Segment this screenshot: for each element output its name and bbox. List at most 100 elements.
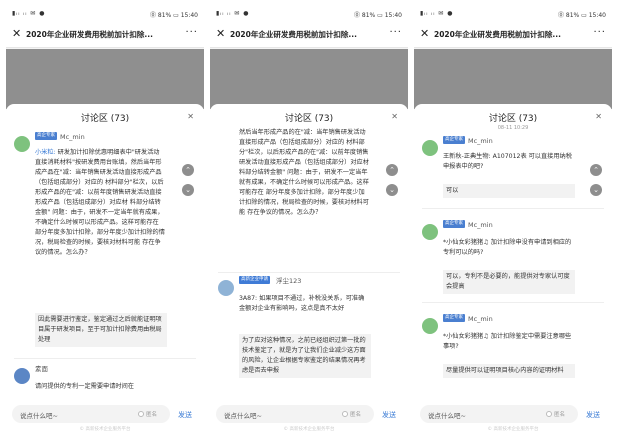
footer-text: © 高新技术企业服务平台 <box>79 427 131 432</box>
page-title: 2020年企业研发费用税前加计扣除... <box>230 30 357 39</box>
comment-list[interactable]: 然后当年形成产品的在"减：当年销售研发活动直接形成产品（包括组成部分）对应的 材… <box>210 128 408 398</box>
anonymous-radio[interactable] <box>138 411 144 417</box>
username: Mc_min <box>468 137 493 145</box>
comment-text: 3A87: 如果项目不通过，补税没关系，可准确金额对企业有影响吗，这点是真不太好 <box>239 295 365 312</box>
send-button[interactable]: 发送 <box>382 410 396 420</box>
status-bar: ▮ᵢₗ ᵢₗ ✉ ● ⓪ 81% ▭ 15:40 <box>6 6 204 22</box>
comment-text: *小仙女彩猪猪♫ 加计扣除申没有申请到相应的专利可以的吗? <box>443 239 572 256</box>
reply-box: 尽量提供可以证明项目核心内容的证明材料 <box>443 364 575 378</box>
user-tag: 高企专家 <box>443 136 465 144</box>
close-icon[interactable]: ✕ <box>216 27 225 40</box>
reply-box: 可以 <box>443 184 575 198</box>
sheet-close-icon[interactable]: ✕ <box>391 112 398 121</box>
comment-input[interactable]: 说点什么吧~ 匿名 <box>420 405 578 423</box>
avatar <box>14 136 30 152</box>
anonymous-radio[interactable] <box>546 411 552 417</box>
sheet-close-icon[interactable]: ✕ <box>595 112 602 121</box>
comment-text: *小仙女彩猪猪♫ 加计扣除鉴定中需要注意哪些事项? <box>443 333 572 350</box>
user-tag: 高企专家 <box>443 220 465 228</box>
avatar <box>422 224 438 240</box>
comment-text: 然后当年形成产品的在"减：当年销售研发活动直接形成产品（包括组成部分）对应的 材… <box>239 129 371 216</box>
divider <box>218 272 400 273</box>
discussion-sheet: 讨论区 (73) ✕ 然后当年形成产品的在"减：当年销售研发活动直接形成产品（包… <box>210 104 408 432</box>
title-bar: ✕ 2020年企业研发费用税前加计扣除... ··· <box>6 22 204 48</box>
scroll-down-icon[interactable]: ⌄ <box>182 184 194 196</box>
sheet-close-icon[interactable]: ✕ <box>187 112 194 121</box>
screenshot-collage: ▮ᵢₗ ᵢₗ ✉ ● ⓪ 81% ▭ 15:40 ✕ 2020年企业研发费用税前… <box>0 0 618 432</box>
scroll-up-icon[interactable]: ⌃ <box>182 164 194 176</box>
username: 浮尘123 <box>276 277 302 285</box>
discussion-title: 讨论区 (73) <box>488 114 538 124</box>
username: Mc_min <box>60 133 85 141</box>
phone-screen-3: ▮ᵢₗ ᵢₗ ✉ ● ⓪ 81% ▭ 15:40 ✕ 2020年企业研发费用税前… <box>414 6 612 432</box>
video-area <box>210 49 408 109</box>
status-right: ⓪ 81% ▭ 15:40 <box>353 12 402 19</box>
video-area <box>6 49 204 109</box>
username: Mc_min <box>468 221 493 229</box>
comment-input-bar: 说点什么吧~ 匿名 发送 <box>414 402 612 426</box>
footer-text: © 高新技术企业服务平台 <box>283 427 335 432</box>
more-icon[interactable]: ··· <box>593 27 606 38</box>
video-area <box>414 49 612 109</box>
more-icon[interactable]: ··· <box>389 27 402 38</box>
footer-text: © 高新技术企业服务平台 <box>487 427 539 432</box>
status-left: ▮ᵢₗ ᵢₗ ✉ ● <box>12 10 46 17</box>
comment-text: 请问提供的专利一定需要申请时间在 <box>35 383 134 390</box>
comment-text: 王新秋-正典生物: A107012表 可以直接用纳税申报表中的吧? <box>443 153 572 170</box>
status-bar: ▮ᵢₗ ᵢₗ ✉ ● ⓪ 81% ▭ 15:40 <box>210 6 408 22</box>
comment-input[interactable]: 说点什么吧~ 匿名 <box>216 405 374 423</box>
comment-list[interactable]: 高企专家 Mc_min 王新秋-正典生物: A107012表 可以直接用纳税申报… <box>414 128 612 398</box>
avatar <box>14 368 30 384</box>
more-icon[interactable]: ··· <box>185 27 198 38</box>
scroll-up-icon[interactable]: ⌃ <box>590 164 602 176</box>
divider <box>14 358 196 359</box>
avatar <box>422 318 438 334</box>
close-icon[interactable]: ✕ <box>420 27 429 40</box>
input-placeholder: 说点什么吧~ <box>224 412 262 420</box>
discussion-sheet: 讨论区 (73) ✕ 高企专家 Mc_min 小米粒: 研发加计扣除优惠明细表中… <box>6 104 204 432</box>
discussion-title: 讨论区 (73) <box>80 114 130 124</box>
comment-input[interactable]: 说点什么吧~ 匿名 <box>12 405 170 423</box>
status-left: ▮ᵢₗ ᵢₗ ✉ ● <box>216 10 250 17</box>
close-icon[interactable]: ✕ <box>12 27 21 40</box>
divider <box>422 302 604 303</box>
status-right: ⓪ 81% ▭ 15:40 <box>149 12 198 19</box>
discussion-title: 讨论区 (73) <box>284 114 334 124</box>
status-bar: ▮ᵢₗ ᵢₗ ✉ ● ⓪ 81% ▭ 15:40 <box>414 6 612 22</box>
phone-screen-1: ▮ᵢₗ ᵢₗ ✉ ● ⓪ 81% ▭ 15:40 ✕ 2020年企业研发费用税前… <box>6 6 204 432</box>
avatar <box>422 140 438 156</box>
anonymous-label: 匿名 <box>554 412 566 418</box>
status-right: ⓪ 81% ▭ 15:40 <box>557 12 606 19</box>
title-bar: ✕ 2020年企业研发费用税前加计扣除... ··· <box>414 22 612 48</box>
page-title: 2020年企业研发费用税前加计扣除... <box>434 30 561 39</box>
comment-list[interactable]: 高企专家 Mc_min 小米粒: 研发加计扣除优惠明细表中"研发活动直接消耗材料… <box>6 128 204 398</box>
username: 素面 <box>35 365 48 373</box>
input-placeholder: 说点什么吧~ <box>20 412 58 420</box>
user-tag: 高企专家 <box>443 314 465 322</box>
title-bar: ✕ 2020年企业研发费用税前加计扣除... ··· <box>210 22 408 48</box>
anonymous-radio[interactable] <box>342 411 348 417</box>
scroll-down-icon[interactable]: ⌄ <box>386 184 398 196</box>
comment-input-bar: 说点什么吧~ 匿名 发送 <box>6 402 204 426</box>
anonymous-label: 匿名 <box>350 412 362 418</box>
mention-link[interactable]: 小米粒: <box>35 149 56 156</box>
scroll-up-icon[interactable]: ⌃ <box>386 164 398 176</box>
phone-screen-2: ▮ᵢₗ ᵢₗ ✉ ● ⓪ 81% ▭ 15:40 ✕ 2020年企业研发费用税前… <box>210 6 408 432</box>
send-button[interactable]: 发送 <box>586 410 600 420</box>
avatar <box>218 280 234 296</box>
username: Mc_min <box>468 315 493 323</box>
comment-input-bar: 说点什么吧~ 匿名 发送 <box>210 402 408 426</box>
reply-box: 为了应对这种情况，之前已经组织过第一批的技术鉴定了，就是为了让我们企业减少这方面… <box>239 334 371 378</box>
scroll-down-icon[interactable]: ⌄ <box>590 184 602 196</box>
user-tag: 高企专家 <box>35 132 57 140</box>
reply-box: 因此需要进行鉴定，鉴定通过之后就能证明项目属于研发项目，至于可加计扣除费用由税局… <box>35 313 167 347</box>
input-placeholder: 说点什么吧~ <box>428 412 466 420</box>
comment-text: 小米粒: 研发加计扣除优惠明细表中"研发活动直接消耗材料"按研发费用台账填，然后… <box>35 149 165 256</box>
reply-box: 可以，专利不是必要的，能提供对专家认可度会提高 <box>443 270 575 294</box>
status-left: ▮ᵢₗ ᵢₗ ✉ ● <box>420 10 454 17</box>
user-tag: 高新企业申请 <box>239 276 270 284</box>
page-title: 2020年企业研发费用税前加计扣除... <box>26 30 153 39</box>
discussion-sheet: 讨论区 (73) ✕ 08-11 10:29 高企专家 Mc_min 王新秋-正… <box>414 104 612 432</box>
anonymous-label: 匿名 <box>146 412 158 418</box>
send-button[interactable]: 发送 <box>178 410 192 420</box>
